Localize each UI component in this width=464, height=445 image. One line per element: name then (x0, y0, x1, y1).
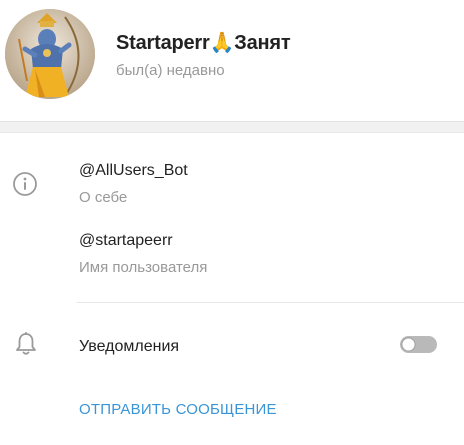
bell-icon (16, 332, 36, 355)
send-message-button[interactable]: ОТПРАВИТЬ СООБЩЕНИЕ (79, 401, 277, 418)
notifications-label: Уведомления (79, 338, 180, 355)
profile-header: Startaperr🙏Занят был(а) недавно (0, 0, 464, 121)
toggle-knob (401, 337, 416, 352)
info-circle-icon (13, 172, 37, 196)
notifications-toggle[interactable] (400, 336, 437, 353)
username-value[interactable]: @startapeerr (79, 232, 173, 250)
bio-label: О себе (79, 189, 128, 206)
username-label: Имя пользователя (79, 259, 208, 276)
avatar-image (5, 9, 95, 99)
avatar[interactable] (5, 9, 95, 99)
display-name: Startaperr🙏Занят (116, 32, 291, 54)
bio-value[interactable]: @AllUsers_Bot (79, 162, 188, 180)
row-divider (77, 302, 464, 303)
section-divider (0, 121, 464, 133)
last-seen-status: был(а) недавно (116, 62, 225, 79)
